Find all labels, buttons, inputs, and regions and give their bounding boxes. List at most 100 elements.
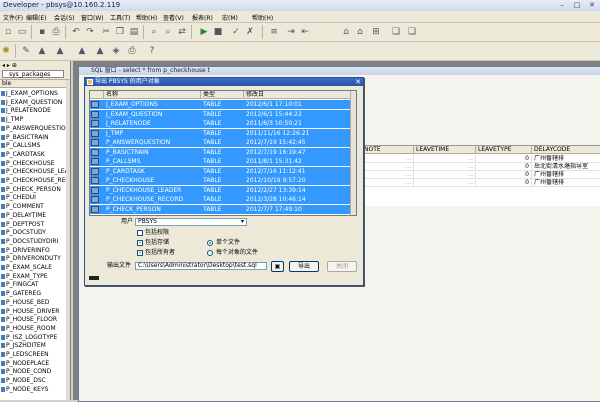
object-list-item[interactable]: P_FINGCAT [0, 280, 66, 289]
result-cell[interactable]: … [414, 171, 476, 179]
column-type-header[interactable]: 类型 [201, 91, 244, 99]
object-list-item[interactable]: P_EXAM_TYPE [0, 272, 66, 281]
object-list-scrollbar[interactable] [350, 91, 356, 215]
indent-icon[interactable]: ⇥ [285, 26, 297, 38]
result-cell[interactable]: … [414, 179, 476, 187]
result-cell[interactable]: 0 [476, 163, 532, 171]
dialog-close-icon[interactable]: ✕ [355, 78, 361, 86]
tile-window-icon[interactable]: ❏ [406, 26, 418, 38]
cell-dropdown-icon[interactable]: … [468, 163, 473, 170]
object-list-item[interactable]: J_EXAM_QUESTION [0, 98, 66, 107]
object-list-item[interactable]: P_HOUSE_FLOOR [0, 315, 66, 324]
menu-tools[interactable]: 工具(T) [110, 13, 130, 22]
object-list-item[interactable]: P_DOCSTUDY [0, 228, 66, 237]
cut-icon[interactable]: ✂ [100, 26, 112, 38]
object-list-item[interactable]: P_ISZ_LOGOTYPE [0, 333, 66, 342]
result-cell[interactable]: … [414, 155, 476, 163]
rollback-icon[interactable]: ✗ [244, 26, 256, 38]
list-item[interactable]: J_TMP TABLE 2011/11/16 12:26:21 [90, 128, 352, 138]
result-cell[interactable]: 广州番辖排 [532, 155, 600, 163]
list-item[interactable]: P_CHECKHOUSE_RECORD TABLE 2012/3/28 10:46:… [90, 195, 352, 204]
replace-icon[interactable]: ⇄ [176, 26, 188, 38]
object-list-item[interactable]: P_EXAM_SCALE [0, 263, 66, 272]
single-file-radio[interactable] [207, 240, 213, 246]
object-list-item[interactable]: P_CHECKHOUSE_LEAD [0, 167, 66, 176]
result-cell[interactable]: 广州番辖排 [532, 171, 600, 179]
menu-window[interactable]: 窗口(W) [81, 13, 104, 22]
explain-icon[interactable]: ≡ [268, 26, 280, 38]
save-icon[interactable]: ▪ [36, 26, 48, 38]
object-list-item[interactable]: J_EXAM_OPTIONS [0, 89, 66, 98]
object-list-item[interactable]: P_CHECKHOUSE_REC [0, 176, 66, 185]
list-item[interactable]: P_CALLSMS TABLE 2011/8/1 15:31:42 [90, 157, 352, 166]
find-next-icon[interactable]: ⌕ [162, 26, 174, 38]
print-icon-2[interactable]: ⎙ [126, 45, 138, 57]
object-list-item[interactable]: P_CHECK_PERSON [0, 185, 66, 194]
list-item[interactable]: P_CHECK_PERSON TABLE 2012/7/7 17:49:10 [90, 204, 352, 214]
result-column-header[interactable]: NOTE [362, 146, 414, 154]
cell-dropdown-icon[interactable]: … [468, 179, 473, 186]
object-list-item[interactable]: P_ANSWERQUESTION [0, 124, 66, 133]
uppercase-icon[interactable]: ⌂ [340, 26, 352, 38]
cell-dropdown-icon[interactable]: … [406, 155, 411, 162]
object-list-item[interactable]: P_BASICTRAIN [0, 133, 66, 142]
minimize-button[interactable]: – [555, 0, 569, 10]
print-icon[interactable]: ⎙ [50, 26, 62, 38]
list-item[interactable]: P_CARDTASK TABLE 2012/7/16 11:12:41 [90, 166, 352, 176]
list-item[interactable]: P_BASICTRAIN TABLE 2012/7/19 16:19:47 [90, 147, 352, 157]
object-list-item[interactable]: P_HOUSE_ROOM [0, 324, 66, 333]
open-icon[interactable]: ▭ [16, 26, 28, 38]
object-list-item[interactable]: P_CHECKHOUSE [0, 159, 66, 168]
menu-macro[interactable]: 宏(M) [222, 13, 238, 22]
object-type-selector[interactable]: sys_packages [2, 70, 64, 78]
result-cell[interactable]: 岳北街清水塘指导室 [532, 163, 600, 171]
object-list-item[interactable]: P_COMMENT [0, 202, 66, 211]
result-cell[interactable]: … [362, 179, 414, 187]
result-cell[interactable]: … [362, 171, 414, 179]
menu-help[interactable]: 帮助(H) [136, 13, 157, 22]
help-icon[interactable]: ? [146, 45, 158, 57]
menu-view[interactable]: 查看(V) [163, 13, 184, 22]
object-list-scrollbar[interactable] [66, 80, 70, 400]
object-list-item[interactable]: P_DOCSTUDYDIRI [0, 237, 66, 246]
menu-help-2[interactable]: 帮助(H) [252, 13, 273, 22]
include-privileges-checkbox[interactable] [137, 230, 143, 236]
commit-icon[interactable]: ✓ [230, 26, 242, 38]
result-cell[interactable]: 广州番辖排 [532, 179, 600, 187]
menu-file[interactable]: 文件(F) [3, 13, 23, 22]
object-list-item[interactable]: P_NODE_KEYS [0, 385, 66, 394]
close-button[interactable]: 关闭 [327, 261, 357, 272]
command-window-icon[interactable]: ▲ [54, 45, 66, 57]
object-list-item[interactable]: P_CARDTASK [0, 150, 66, 159]
result-cell[interactable]: … [362, 163, 414, 171]
object-list-item[interactable]: P_DEPTPOST [0, 220, 66, 229]
output-file-input[interactable]: C:\Users\Administrator\Desktop\test.sql [135, 262, 267, 270]
cell-dropdown-icon[interactable]: … [406, 179, 411, 186]
result-cell[interactable]: … [414, 163, 476, 171]
object-list-item[interactable]: P_NODEPLACE [0, 359, 66, 368]
object-list-item[interactable]: P_NODE_DSC [0, 376, 66, 385]
list-item[interactable]: P_ANSWERQUESTION TABLE 2012/7/19 15:42:45 [90, 138, 352, 147]
comment-icon[interactable]: ⊞ [370, 26, 382, 38]
stop-icon[interactable]: ■ [212, 26, 224, 38]
redo-icon[interactable]: ↷ [84, 26, 96, 38]
cell-dropdown-icon[interactable]: … [468, 155, 473, 162]
explain-plan-icon[interactable]: ▲ [94, 45, 106, 57]
menu-session[interactable]: 会话(S) [54, 13, 75, 22]
result-column-header[interactable]: LEAVETYPE [476, 146, 532, 154]
file-per-object-radio[interactable] [207, 250, 213, 256]
result-cell[interactable]: 0 [476, 171, 532, 179]
object-list-item[interactable]: P_HOUSE_BED [0, 298, 66, 307]
object-list-item[interactable]: P_GATEREG [0, 289, 66, 298]
result-column-header[interactable]: DELAYCODE [532, 146, 600, 154]
menu-edit[interactable]: 编辑(E) [26, 13, 46, 22]
new-icon[interactable]: ▫ [2, 26, 14, 38]
execute-icon[interactable]: ▶ [198, 26, 210, 38]
paste-icon[interactable]: ▤ [128, 26, 140, 38]
object-list-item[interactable]: P_CALLSMS [0, 141, 66, 150]
object-list-item[interactable]: P_DRIVERINFO [0, 246, 66, 255]
list-item[interactable]: P_CHECKHOUSE_LEADER TABLE 2012/2/27 13:39:… [90, 185, 352, 195]
result-cell[interactable]: … [362, 155, 414, 163]
window-list-icon[interactable]: ❏ [390, 26, 402, 38]
list-item[interactable]: P_CHECKHOUSE TABLE 2012/10/19 9:57:20 [90, 176, 352, 185]
